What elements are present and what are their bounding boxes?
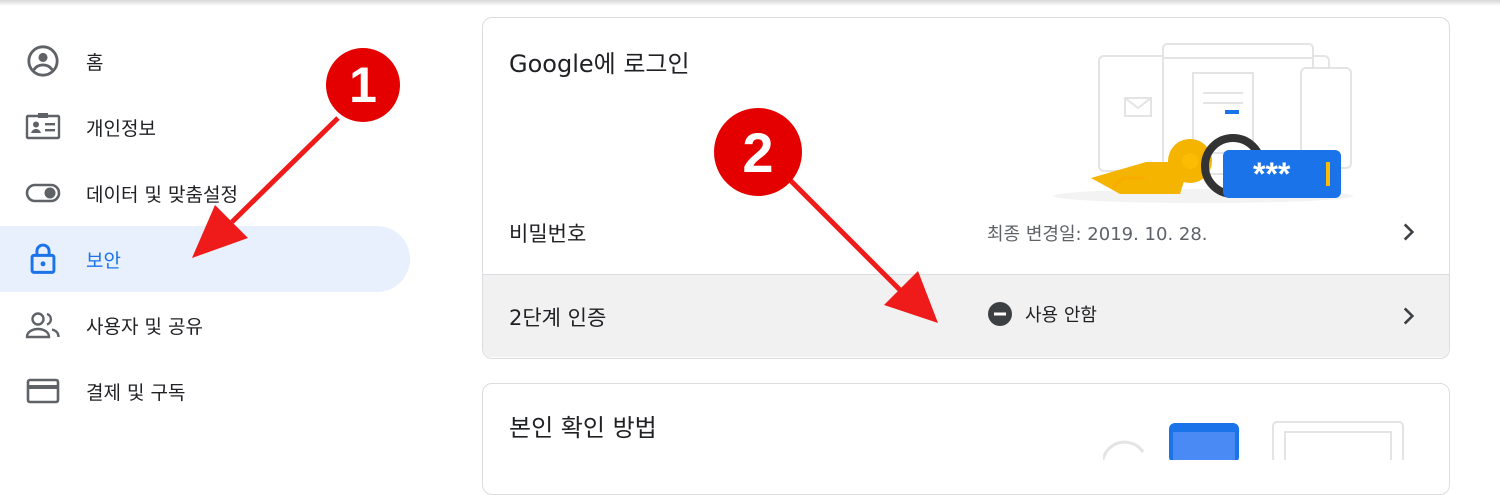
annotation-arrows bbox=[192, 116, 938, 323]
arrow-2-shaft bbox=[786, 176, 902, 292]
annotation-badge-2: 2 bbox=[714, 108, 802, 196]
arrow-1-shaft bbox=[230, 116, 340, 224]
annotation-badge-1: 1 bbox=[326, 48, 400, 122]
